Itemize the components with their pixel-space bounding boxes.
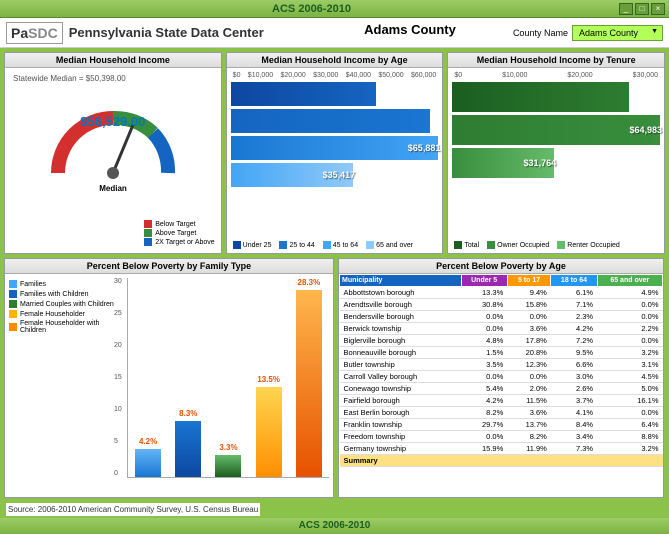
minimize-button[interactable]: _	[619, 3, 633, 15]
tenure-axis: $0$10,000$20,000$30,000	[452, 72, 660, 79]
income-tenure-title: Median Household Income by Tenure	[448, 53, 664, 68]
county-title: Adams County	[340, 20, 480, 39]
poverty-age-title: Percent Below Poverty by Age	[339, 259, 663, 274]
statewide-median: Statewide Median = $50,398.00	[13, 74, 217, 83]
gauge-chart: Median	[38, 83, 188, 193]
table-row: Biglerville borough4.8%17.8%7.2%0.0%	[340, 335, 663, 347]
source-footer: Source: 2006-2010 American Community Sur…	[6, 503, 260, 516]
table-row: Bonneauville borough1.5%20.8%9.5%3.2%	[340, 347, 663, 359]
table-row: Fairfield borough4.2%11.5%3.7%16.1%	[340, 395, 663, 407]
income-age-title: Median Household Income by Age	[227, 53, 443, 68]
titlebar: ACS 2006-2010 _ □ ×	[0, 0, 669, 18]
table-row: East Berlin borough8.2%3.6%4.1%0.0%	[340, 407, 663, 419]
tenure-bar-total	[452, 82, 660, 112]
income-age-panel: Median Household Income by Age $0$10,000…	[226, 52, 444, 254]
header: PaSDC Pennsylvania State Data Center Ada…	[0, 18, 669, 48]
poverty-age-panel: Percent Below Poverty by Age Municipalit…	[338, 258, 664, 498]
pv-bar-families: 4.2%	[135, 449, 161, 477]
page-title: Pennsylvania State Data Center	[69, 25, 264, 40]
pv-bar-married: 3.3%	[215, 455, 241, 477]
county-dropdown[interactable]: Adams County	[572, 25, 663, 41]
income-tenure-panel: Median Household Income by Tenure $0$10,…	[447, 52, 665, 254]
gauge-title: Median Household Income	[5, 53, 221, 68]
bottombar: ACS 2006-2010	[0, 518, 669, 534]
tenure-bar-owner: $64,983	[452, 115, 660, 145]
gauge-panel: Median Household Income Statewide Median…	[4, 52, 222, 254]
gauge-legend: Below Target Above Target 2X Target or A…	[144, 219, 214, 247]
age-bar-45-64: $65,881	[231, 136, 439, 160]
poverty-chart: 302520151050 4.2% 8.3% 3.3% 13.5% 28.3%	[127, 278, 329, 478]
table-row: Carroll Valley borough0.0%0.0%3.0%4.5%	[340, 371, 663, 383]
pv-bar-female: 13.5%	[256, 387, 282, 477]
table-row: Abbottstown borough13.3%9.4%6.1%4.9%	[340, 287, 663, 299]
summary-row: Summary	[340, 455, 663, 467]
svg-text:Median: Median	[99, 184, 127, 193]
age-axis: $0$10,000$20,000$30,000$40,000$50,000$60…	[231, 72, 439, 79]
logo: PaSDC	[6, 22, 63, 44]
table-row: Arendtsville borough30.8%15.8%7.1%0.0%	[340, 299, 663, 311]
pv-bar-femchild: 28.3%	[296, 290, 322, 477]
age-bar-under25	[231, 82, 439, 106]
table-row: Germany township15.9%11.9%7.3%3.2%	[340, 443, 663, 455]
pv-bar-famchild: 8.3%	[175, 421, 201, 477]
maximize-button[interactable]: □	[635, 3, 649, 15]
age-bar-65over: $35,417	[231, 163, 439, 187]
window-title: ACS 2006-2010	[4, 3, 619, 15]
table-row: Bendersville borough0.0%0.0%2.3%0.0%	[340, 311, 663, 323]
age-bar-25-44	[231, 109, 439, 133]
table-row: Berwick township0.0%3.6%4.2%2.2%	[340, 323, 663, 335]
table-row: Franklin township29.7%13.7%8.4%6.4%	[340, 419, 663, 431]
table-row: Conewago township5.4%2.0%2.6%5.0%	[340, 383, 663, 395]
county-label: County Name	[513, 28, 568, 38]
poverty-family-title: Percent Below Poverty by Family Type	[5, 259, 333, 274]
poverty-family-panel: Percent Below Poverty by Family Type Fam…	[4, 258, 334, 498]
close-button[interactable]: ×	[651, 3, 665, 15]
poverty-table: Municipality Under 5 5 to 17 18 to 64 65…	[339, 274, 663, 467]
poverty-legend: Families Families with Children Married …	[9, 278, 127, 493]
tenure-bar-renter: $31,764	[452, 148, 660, 178]
tenure-legend: Total Owner Occupied Renter Occupied	[454, 241, 658, 249]
gauge-value: $56,529.00	[5, 114, 221, 129]
age-legend: Under 25 25 to 44 45 to 64 65 and over	[233, 241, 437, 249]
table-row: Butler township3.5%12.3%6.6%3.1%	[340, 359, 663, 371]
table-row: Freedom township0.0%8.2%3.4%8.8%	[340, 431, 663, 443]
